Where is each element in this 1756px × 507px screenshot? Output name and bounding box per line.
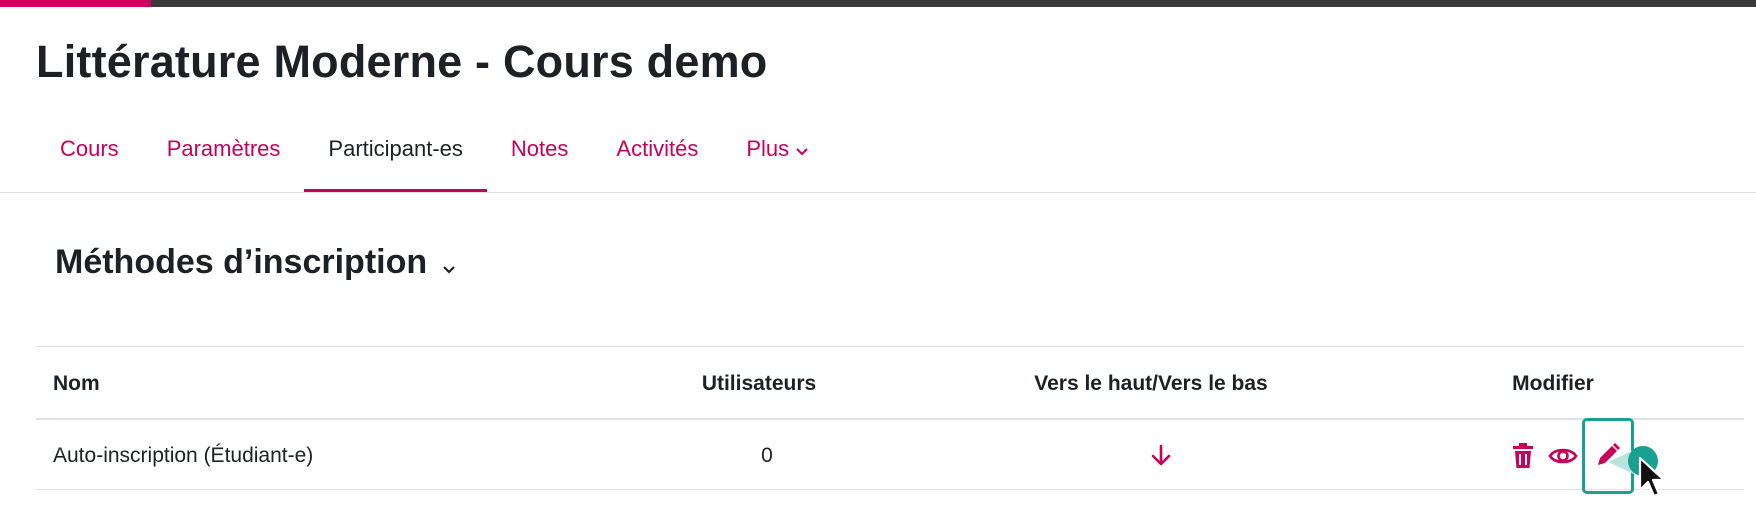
table-top-border: [36, 346, 1744, 347]
move-down-button[interactable]: [1146, 444, 1176, 472]
tab-label: Participant-es: [328, 136, 463, 161]
tab-label: Notes: [510, 136, 569, 161]
table-header-border: [36, 418, 1744, 420]
table-row-border: [36, 489, 1744, 490]
tab-plus[interactable]: Plus: [722, 110, 833, 192]
section-title: Méthodes d’inscription: [55, 243, 428, 281]
header-name: Nom: [53, 372, 100, 395]
trash-icon: [1512, 442, 1534, 474]
header-users: Utilisateurs: [701, 372, 817, 395]
tab-cours[interactable]: Cours: [36, 110, 143, 192]
hide-button[interactable]: [1546, 444, 1580, 472]
tab-notes[interactable]: Notes: [487, 110, 592, 192]
tab-parametres[interactable]: Paramètres: [143, 110, 305, 192]
mouse-cursor-icon: [1638, 456, 1668, 505]
chevron-down-icon: [795, 137, 809, 163]
row-users: 0: [761, 444, 773, 467]
tab-label: Paramètres: [166, 136, 281, 161]
row-name: Auto-inscription (Étudiant-e): [53, 444, 314, 467]
section-heading: Méthodes d’inscription: [55, 240, 457, 285]
tabs-divider: [0, 192, 1756, 193]
top-bar: [0, 0, 1756, 7]
tab-label: Cours: [60, 136, 119, 161]
chevron-down-icon[interactable]: [441, 246, 457, 285]
delete-button[interactable]: [1508, 442, 1538, 474]
tab-participants[interactable]: Participant-es: [304, 110, 487, 192]
arrow-down-icon: [1150, 444, 1172, 473]
tab-label: Activités: [616, 136, 699, 161]
course-tabs: Cours Paramètres Participant-es Notes Ac…: [36, 110, 833, 192]
eye-icon: [1548, 445, 1578, 472]
header-edit: Modifier: [1512, 372, 1594, 395]
course-title: Littérature Moderne - Cours demo: [36, 36, 768, 87]
top-bar-progress: [0, 0, 152, 7]
tab-label: Plus: [746, 136, 790, 161]
header-order: Vers le haut/Vers le bas: [1034, 372, 1268, 395]
tab-activites[interactable]: Activités: [592, 110, 722, 192]
